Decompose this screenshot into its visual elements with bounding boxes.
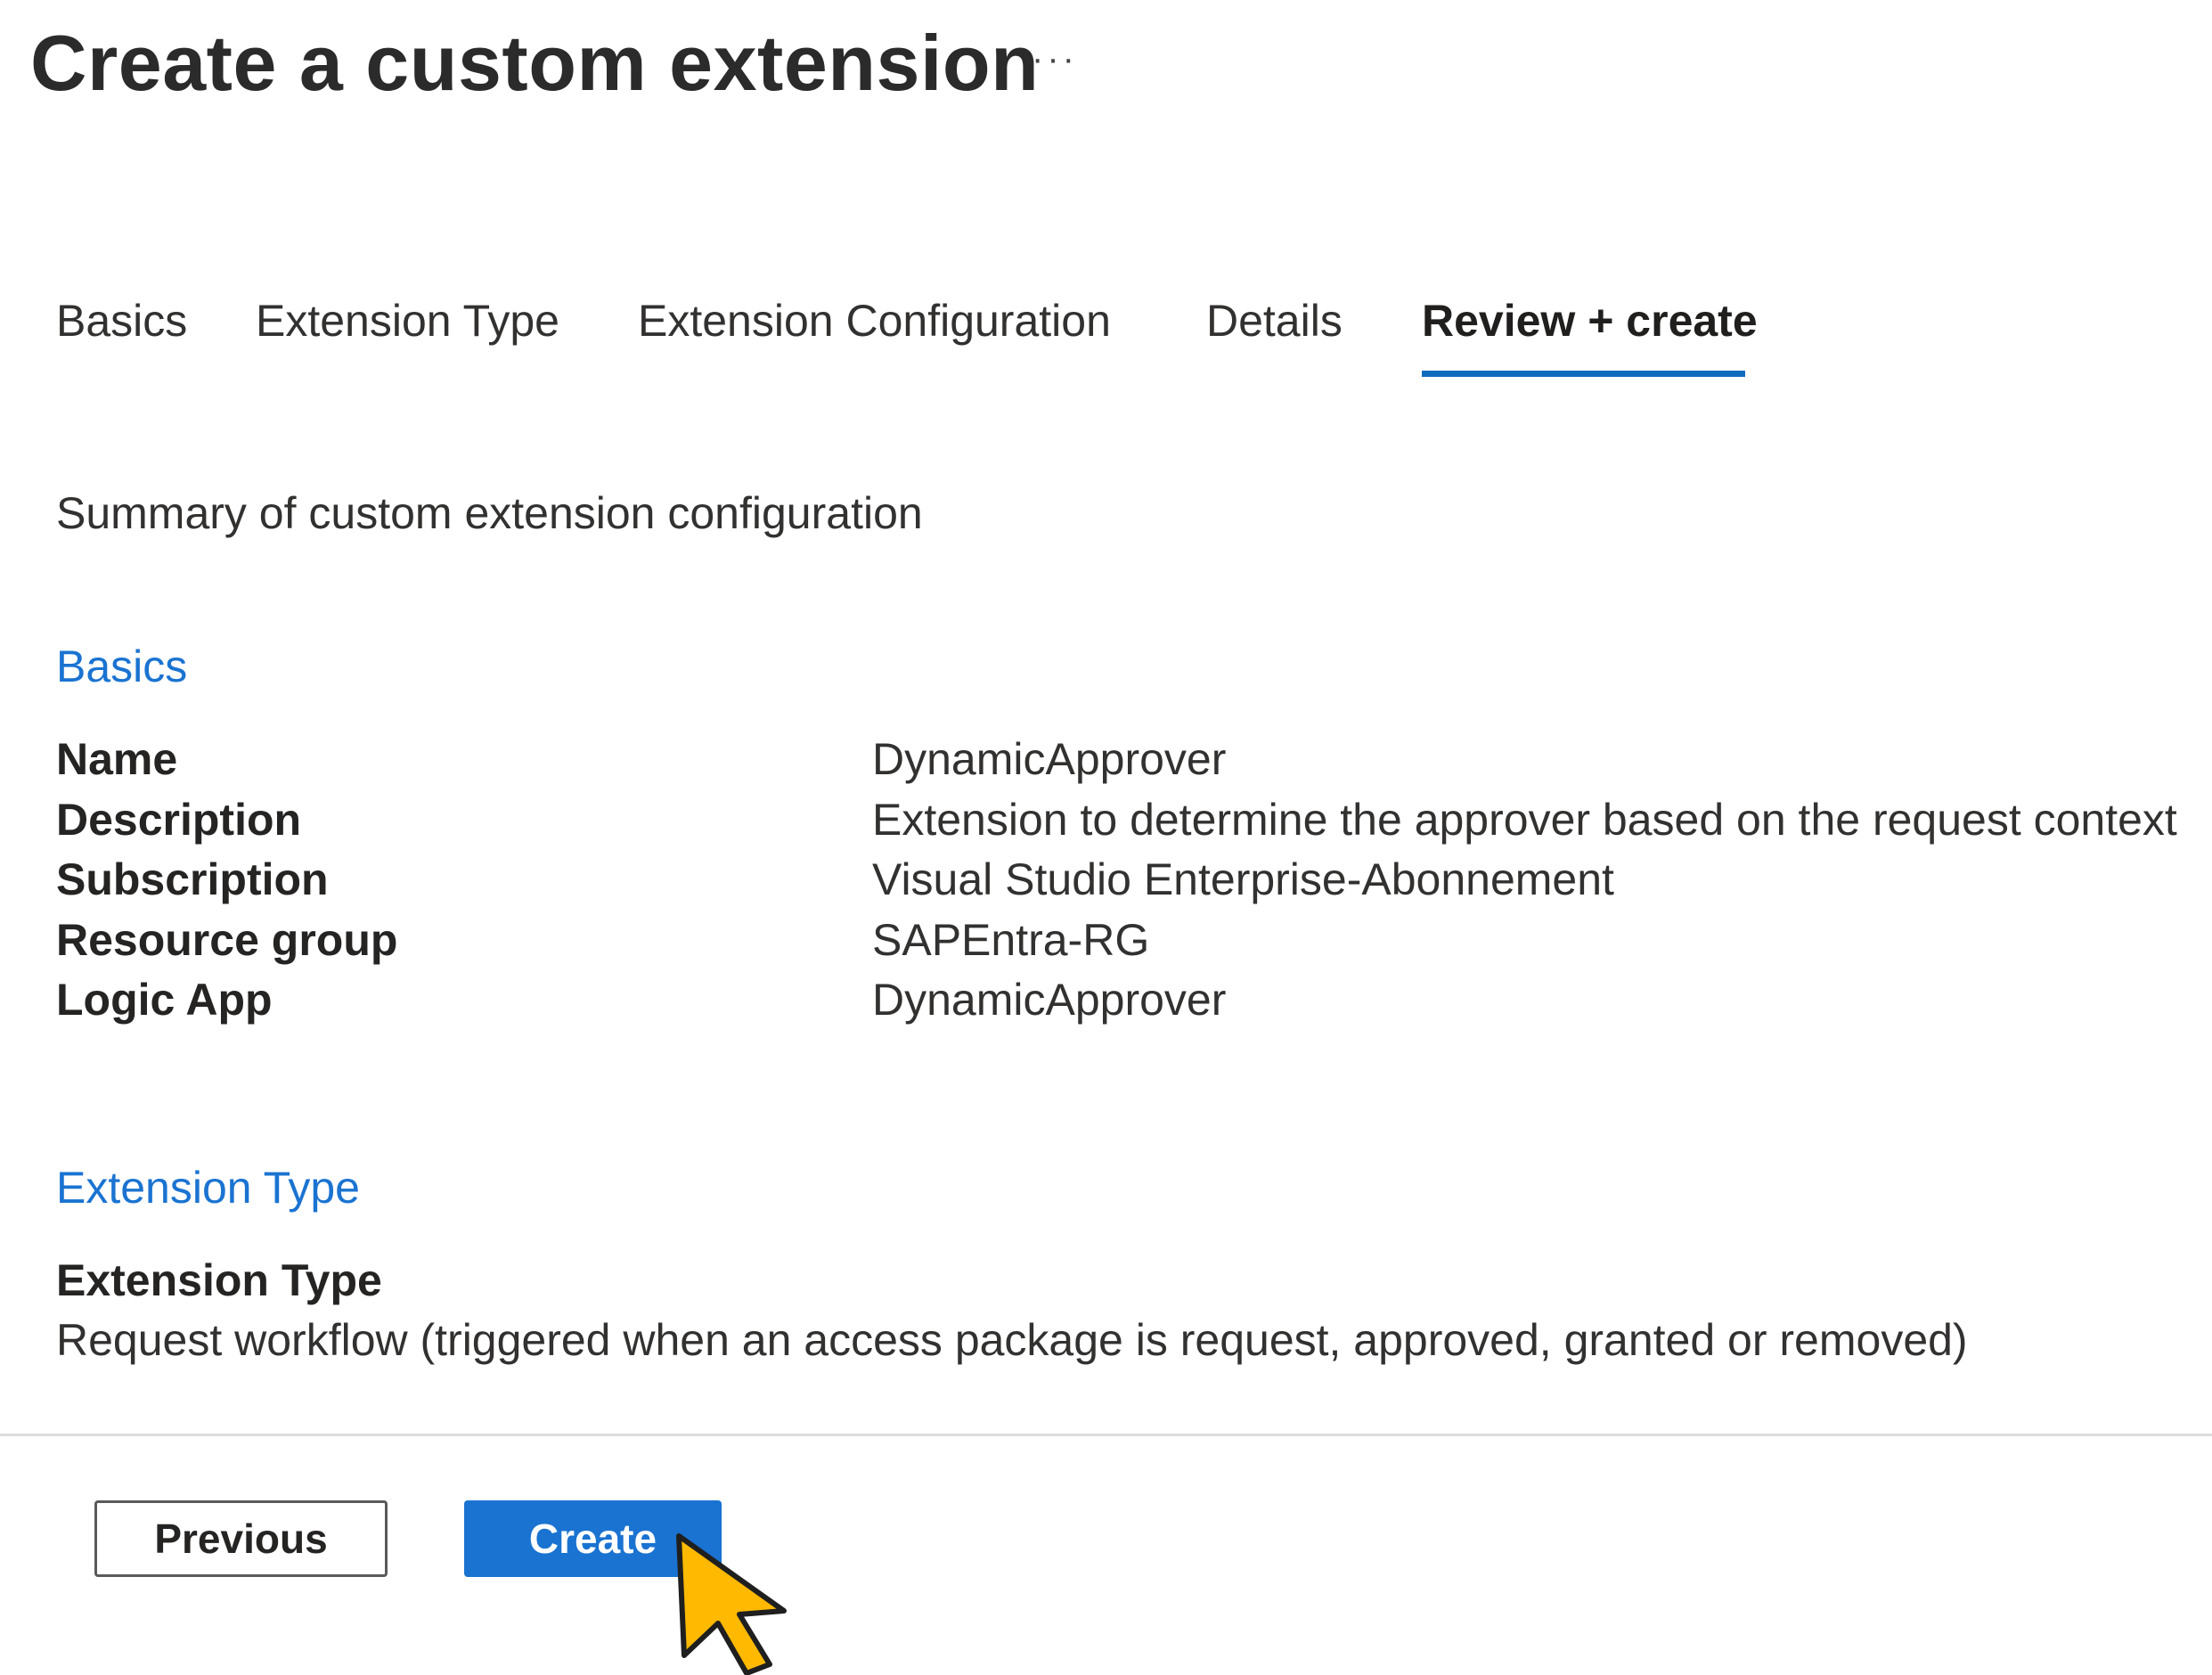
- tab-details[interactable]: Details: [1206, 294, 1343, 347]
- active-tab-indicator: [1422, 371, 1745, 377]
- row-label: Name: [56, 734, 178, 784]
- tab-basics[interactable]: Basics: [56, 294, 187, 347]
- summary-row-subscription: Subscription Visual Studio Enterprise-Ab…: [56, 853, 2212, 913]
- row-label: Subscription: [56, 854, 329, 904]
- row-value: Visual Studio Enterprise-Abonnement: [872, 854, 1614, 904]
- footer-divider: [0, 1434, 2212, 1436]
- row-value: DynamicApprover: [872, 975, 1227, 1025]
- summary-row-description: Description Extension to determine the a…: [56, 793, 2212, 854]
- previous-button[interactable]: Previous: [94, 1500, 388, 1577]
- extension-type-label: Extension Type: [56, 1255, 382, 1305]
- row-value: SAPEntra-RG: [872, 915, 1150, 965]
- summary-row-logic-app: Logic App DynamicApprover: [56, 973, 2212, 1034]
- more-options-icon[interactable]: ···: [1032, 39, 1078, 79]
- row-label: Resource group: [56, 915, 398, 965]
- tab-extension-configuration[interactable]: Extension Configuration: [638, 294, 1111, 347]
- tab-extension-type[interactable]: Extension Type: [256, 294, 559, 347]
- row-value: Extension to determine the approver base…: [872, 795, 2177, 845]
- cursor-shape: [676, 1533, 787, 1675]
- summary-row-name: Name DynamicApprover: [56, 732, 2212, 793]
- summary-intro: Summary of custom extension configuratio…: [56, 488, 923, 538]
- row-value: DynamicApprover: [872, 734, 1227, 784]
- page-title: Create a custom extension: [30, 19, 1040, 107]
- row-label: Description: [56, 795, 302, 845]
- section-heading-extension-type: Extension Type: [56, 1163, 360, 1213]
- row-label: Logic App: [56, 975, 273, 1025]
- summary-row-resource-group: Resource group SAPEntra-RG: [56, 913, 2212, 974]
- extension-type-value: Request workflow (triggered when an acce…: [56, 1315, 1968, 1365]
- wizard-tabs: Basics Extension Type Extension Configur…: [0, 294, 2212, 392]
- section-heading-basics: Basics: [56, 641, 188, 691]
- pointer-cursor-icon: [676, 1533, 787, 1675]
- tab-review-create[interactable]: Review + create: [1422, 294, 1758, 347]
